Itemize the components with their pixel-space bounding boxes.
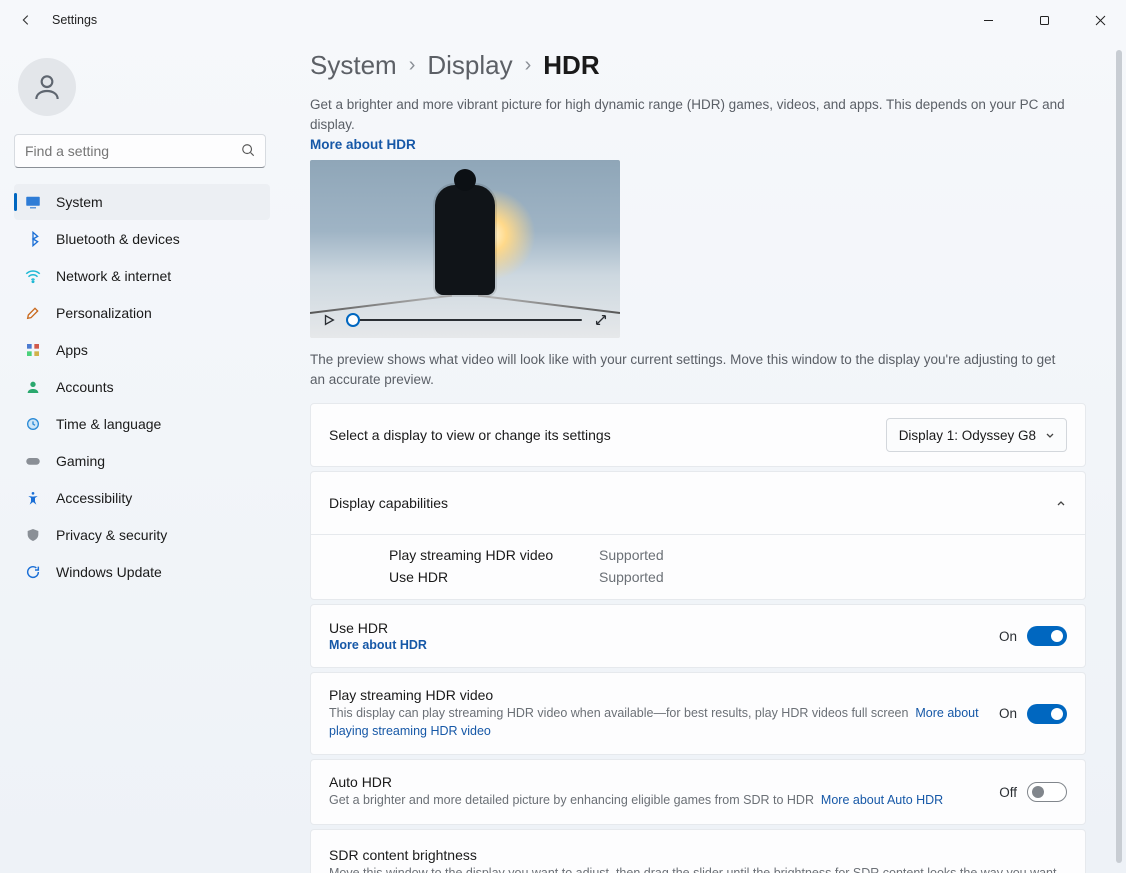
window-close-button[interactable]: [1078, 5, 1122, 35]
auto-hdr-title: Auto HDR: [329, 774, 985, 790]
play-button[interactable]: [322, 313, 336, 327]
sidebar-item-network[interactable]: Network & internet: [14, 258, 270, 294]
sidebar-item-system[interactable]: System: [14, 184, 270, 220]
use-hdr-title: Use HDR: [329, 620, 985, 636]
fullscreen-button[interactable]: [594, 313, 608, 327]
capability-value: Supported: [599, 547, 1067, 563]
breadcrumb: System › Display › HDR: [310, 50, 1086, 81]
play-streaming-title: Play streaming HDR video: [329, 687, 985, 703]
sidebar-item-label: Accounts: [56, 379, 114, 395]
breadcrumb-display[interactable]: Display: [427, 50, 512, 81]
gamepad-icon: [24, 452, 42, 470]
sidebar-item-label: Personalization: [56, 305, 152, 321]
capabilities-grid: Play streaming HDR video Supported Use H…: [329, 547, 1067, 585]
wifi-icon: [24, 267, 42, 285]
chevron-up-icon: [1055, 497, 1067, 509]
video-controls: [310, 302, 620, 338]
back-button[interactable]: [12, 6, 40, 34]
sidebar-item-personalization[interactable]: Personalization: [14, 295, 270, 331]
sidebar-item-label: Windows Update: [56, 564, 162, 580]
clock-icon: [24, 415, 42, 433]
auto-hdr-sub: Get a brighter and more detailed picture…: [329, 792, 985, 810]
auto-hdr-link[interactable]: More about Auto HDR: [821, 793, 943, 807]
person-icon: [24, 378, 42, 396]
avatar[interactable]: [18, 58, 76, 116]
display-capabilities-header[interactable]: Display capabilities: [311, 472, 1085, 534]
accessibility-icon: [24, 489, 42, 507]
display-select[interactable]: Display 1: Odyssey G8: [886, 418, 1067, 452]
apps-icon: [24, 341, 42, 359]
sdr-brightness-card: SDR content brightness Move this window …: [310, 829, 1086, 873]
search-box[interactable]: [14, 134, 266, 168]
brush-icon: [24, 304, 42, 322]
title-bar: Settings: [0, 0, 1126, 40]
main-content: System › Display › HDR Get a brighter an…: [280, 40, 1126, 873]
sidebar-item-label: Network & internet: [56, 268, 171, 284]
sdr-brightness-sub: Move this window to the display you want…: [329, 865, 1067, 873]
sidebar-item-label: Time & language: [56, 416, 161, 432]
play-streaming-toggle[interactable]: [1027, 704, 1067, 724]
use-hdr-card: Use HDR More about HDR On: [310, 604, 1086, 668]
sidebar-item-bluetooth[interactable]: Bluetooth & devices: [14, 221, 270, 257]
display-capabilities-card: Display capabilities Play streaming HDR …: [310, 471, 1086, 600]
update-icon: [24, 563, 42, 581]
select-display-card: Select a display to view or change its s…: [310, 403, 1086, 467]
vertical-scrollbar[interactable]: [1116, 50, 1122, 863]
sidebar-item-accessibility[interactable]: Accessibility: [14, 480, 270, 516]
play-streaming-state: On: [999, 706, 1017, 721]
bluetooth-icon: [24, 230, 42, 248]
use-hdr-state: On: [999, 629, 1017, 644]
sidebar-item-time-language[interactable]: Time & language: [14, 406, 270, 442]
sidebar-item-label: Gaming: [56, 453, 105, 469]
window-maximize-button[interactable]: [1022, 5, 1066, 35]
capability-label: Use HDR: [389, 569, 599, 585]
sidebar-item-gaming[interactable]: Gaming: [14, 443, 270, 479]
sidebar-nav: System Bluetooth & devices Network & int…: [14, 184, 270, 590]
auto-hdr-state: Off: [999, 785, 1017, 800]
sidebar: System Bluetooth & devices Network & int…: [0, 40, 280, 873]
select-display-label: Select a display to view or change its s…: [329, 427, 872, 443]
auto-hdr-toggle[interactable]: [1027, 782, 1067, 802]
auto-hdr-card: Auto HDR Get a brighter and more detaile…: [310, 759, 1086, 825]
play-streaming-hdr-card: Play streaming HDR video This display ca…: [310, 672, 1086, 755]
chevron-right-icon: ›: [409, 54, 416, 77]
breadcrumb-system[interactable]: System: [310, 50, 397, 81]
display-icon: [24, 193, 42, 211]
sidebar-item-apps[interactable]: Apps: [14, 332, 270, 368]
video-seek-slider[interactable]: [348, 319, 582, 321]
sidebar-item-privacy[interactable]: Privacy & security: [14, 517, 270, 553]
window-minimize-button[interactable]: [966, 5, 1010, 35]
page-title: HDR: [543, 50, 599, 81]
capability-value: Supported: [599, 569, 1067, 585]
sidebar-item-label: Privacy & security: [56, 527, 167, 543]
chevron-right-icon: ›: [525, 54, 532, 77]
sidebar-item-windows-update[interactable]: Windows Update: [14, 554, 270, 590]
display-select-value: Display 1: Odyssey G8: [899, 428, 1036, 443]
more-about-hdr-link[interactable]: More about HDR: [310, 137, 416, 152]
intro-text: Get a brighter and more vibrant picture …: [310, 95, 1086, 134]
seek-thumb[interactable]: [346, 313, 360, 327]
search-input[interactable]: [25, 143, 233, 159]
sidebar-item-label: Accessibility: [56, 490, 132, 506]
hdr-video-preview: [310, 160, 620, 338]
shield-icon: [24, 526, 42, 544]
preview-caption: The preview shows what video will look l…: [310, 350, 1070, 389]
display-capabilities-title: Display capabilities: [329, 495, 1041, 511]
capability-label: Play streaming HDR video: [389, 547, 599, 563]
play-streaming-sub: This display can play streaming HDR vide…: [329, 705, 985, 740]
sidebar-item-label: Bluetooth & devices: [56, 231, 180, 247]
sidebar-item-label: System: [56, 194, 103, 210]
sidebar-item-label: Apps: [56, 342, 88, 358]
sidebar-item-accounts[interactable]: Accounts: [14, 369, 270, 405]
use-hdr-link[interactable]: More about HDR: [329, 638, 427, 652]
search-icon: [241, 143, 255, 160]
use-hdr-toggle[interactable]: [1027, 626, 1067, 646]
sdr-brightness-title: SDR content brightness: [329, 847, 1067, 863]
window-title: Settings: [52, 13, 97, 27]
chevron-down-icon: [1044, 429, 1056, 441]
